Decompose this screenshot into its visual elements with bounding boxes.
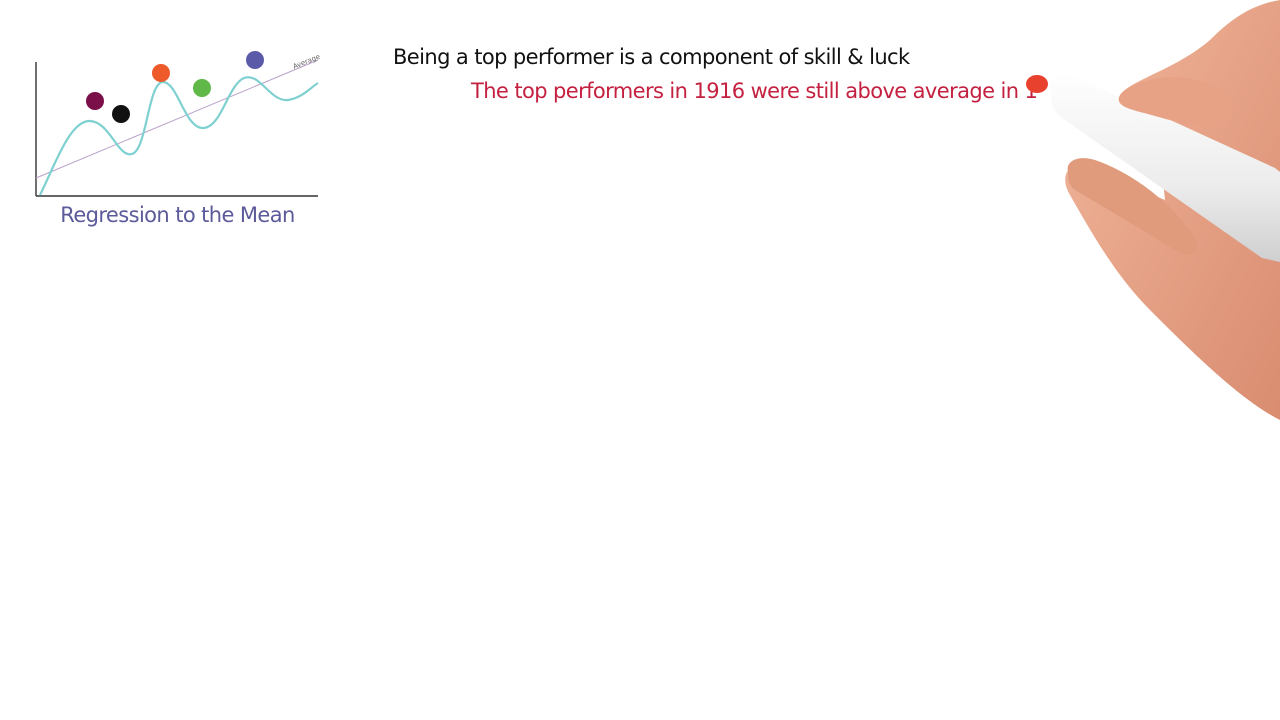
hand-thumb — [1118, 77, 1233, 126]
average-line — [35, 59, 319, 179]
dot-maroon — [86, 92, 104, 110]
whiteboard-canvas: Average Regression to the Mean Being a t… — [0, 0, 1280, 720]
dot-orange — [152, 64, 170, 82]
subline-text: The top performers in 1916 were still ab… — [471, 79, 1038, 103]
dot-blue — [246, 51, 264, 69]
diagram-caption: Regression to the Mean — [60, 203, 295, 227]
performance-wave — [39, 76, 319, 196]
marker-barrel — [1048, 72, 1280, 263]
hand-palm — [1065, 0, 1280, 420]
headline-text: Being a top performer is a component of … — [393, 45, 910, 69]
dot-green — [193, 79, 211, 97]
average-label: Average — [292, 53, 322, 71]
hand-fingers — [1067, 158, 1198, 255]
dot-black — [112, 105, 130, 123]
